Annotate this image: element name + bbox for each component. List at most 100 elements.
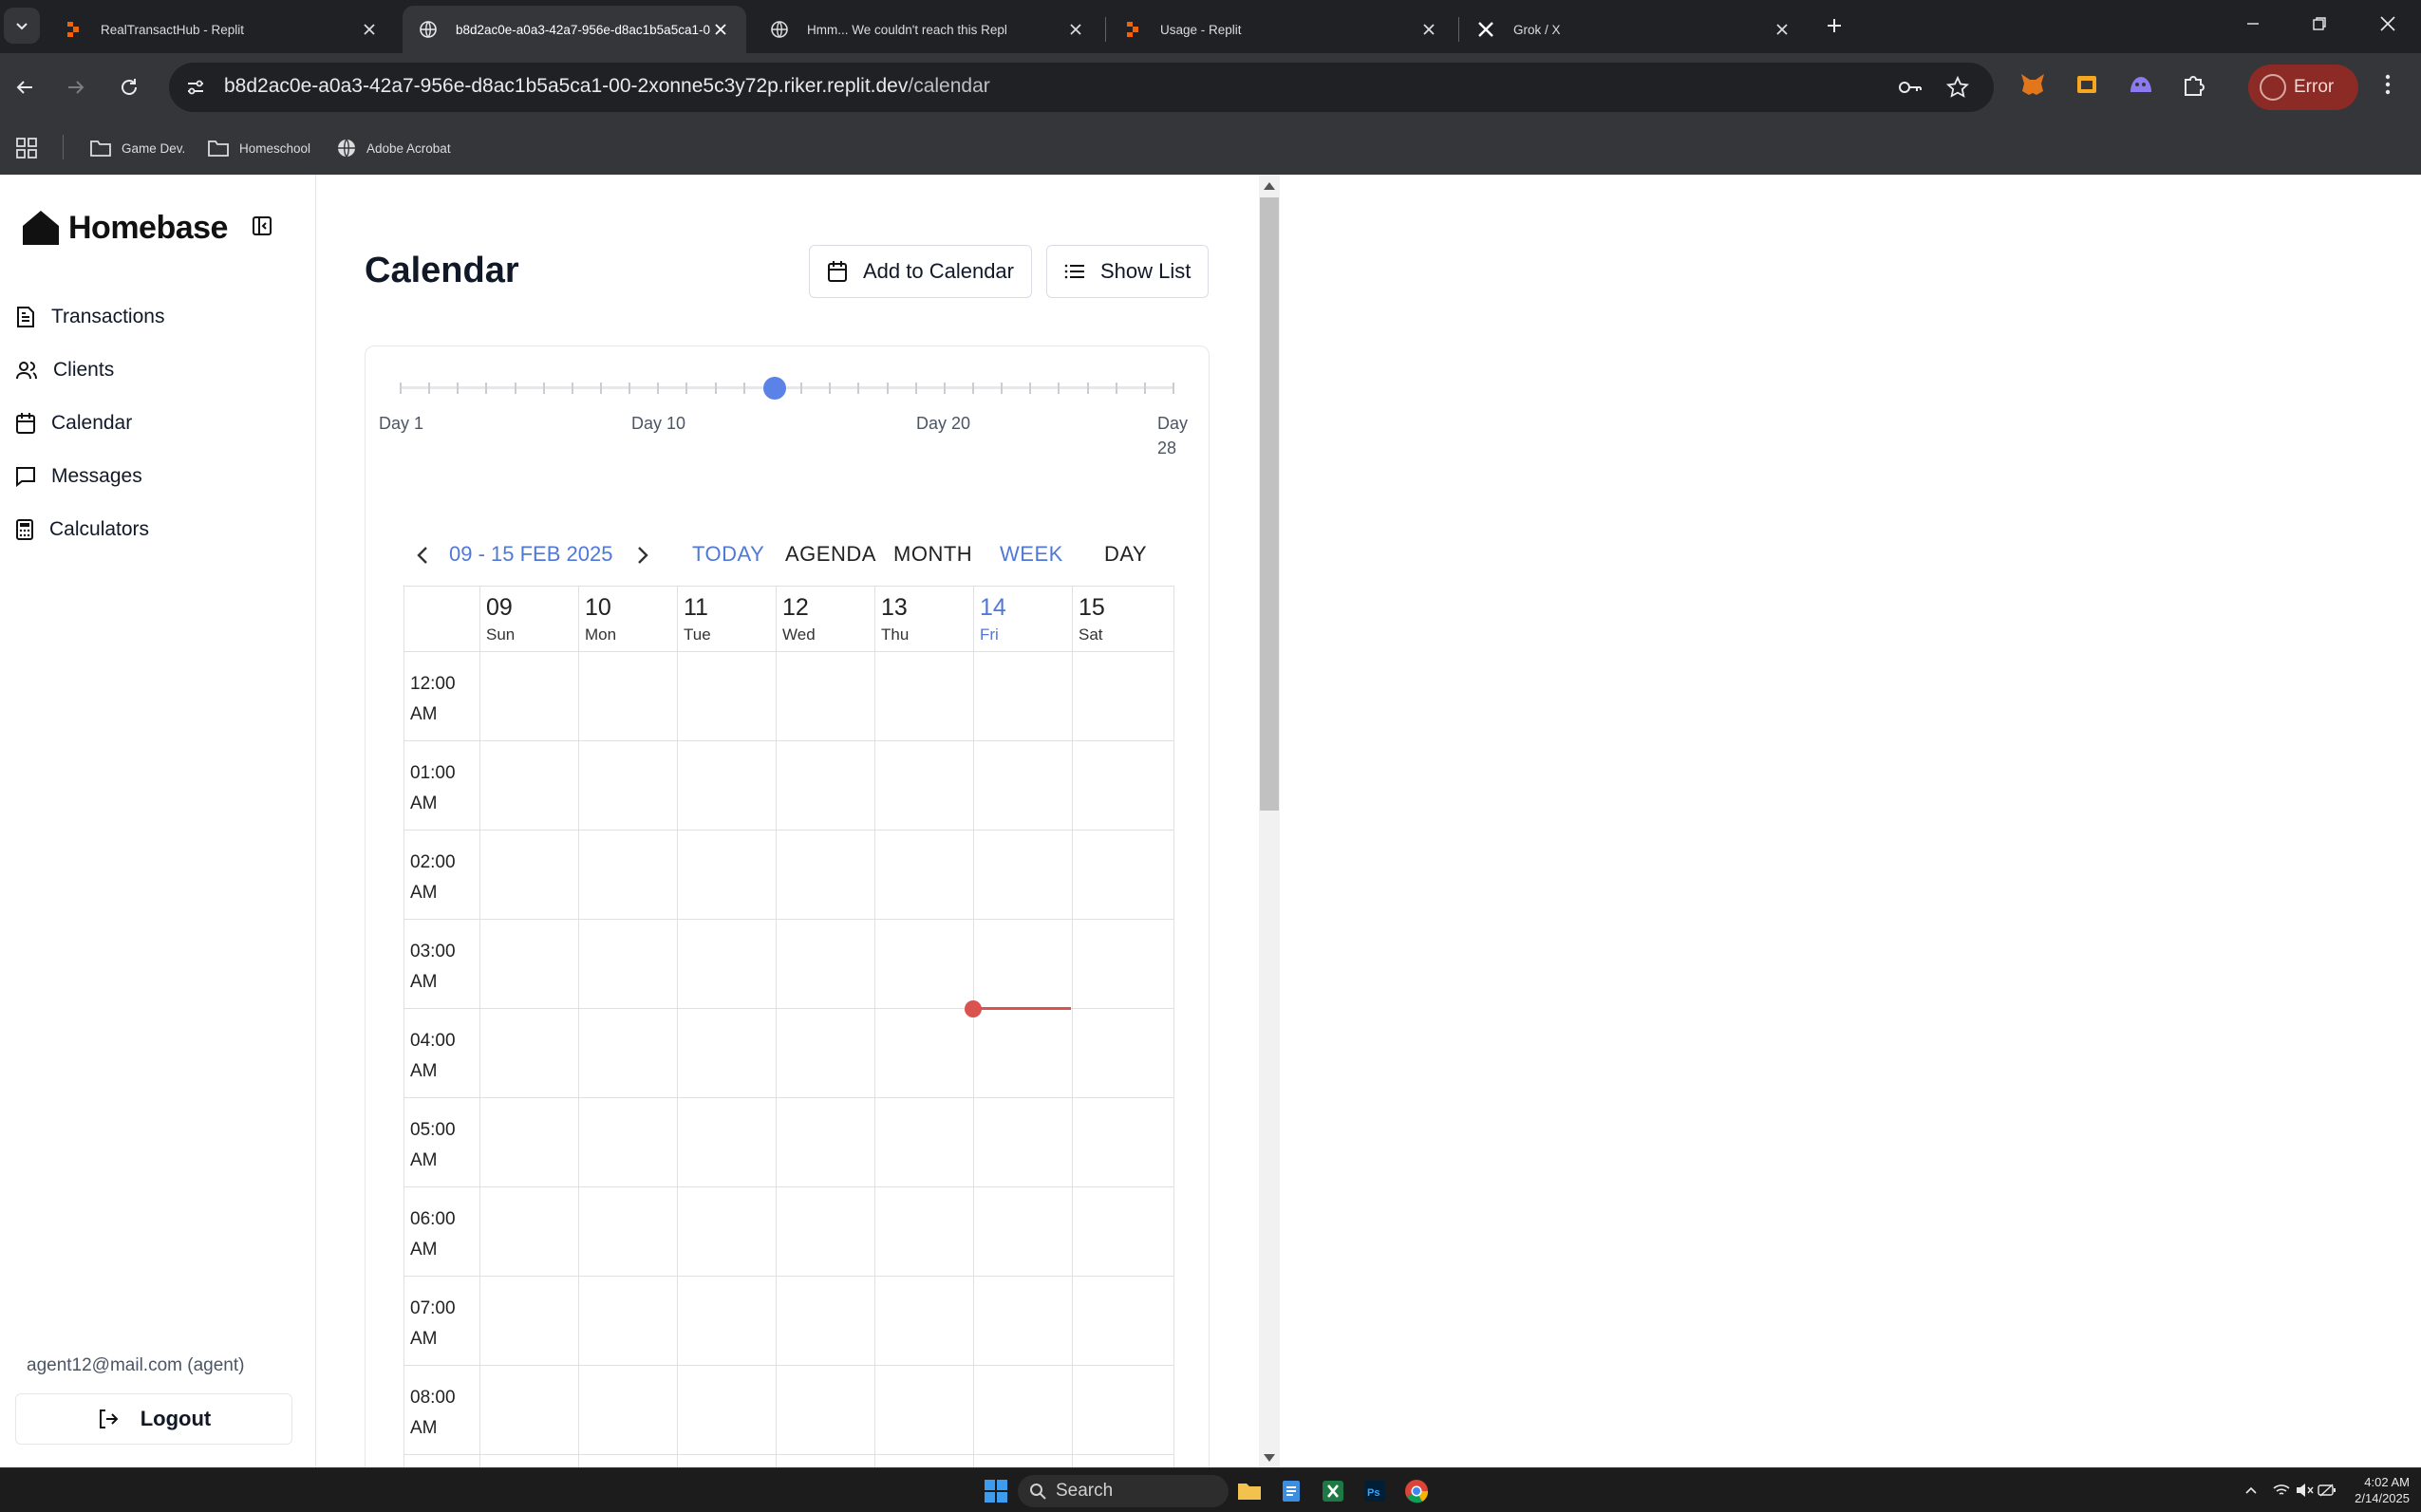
battery-icon[interactable] xyxy=(2317,1480,2337,1501)
close-icon[interactable] xyxy=(1418,19,1439,40)
time-slot[interactable] xyxy=(973,920,1072,1008)
time-slot[interactable] xyxy=(479,1277,578,1365)
time-slot[interactable] xyxy=(677,1455,776,1467)
page-scrollbar[interactable] xyxy=(1259,175,1280,1467)
view-week-button[interactable]: WEEK xyxy=(1000,542,1063,567)
day-header-mon[interactable]: 10 Mon xyxy=(578,587,677,653)
photoshop-icon[interactable]: Ps xyxy=(1360,1476,1390,1506)
sidebar-item-calculators[interactable]: Calculators xyxy=(15,511,149,549)
time-slot[interactable] xyxy=(479,741,578,830)
close-icon[interactable] xyxy=(1065,19,1086,40)
extension-icon[interactable] xyxy=(2073,70,2101,99)
time-slot[interactable] xyxy=(1072,1187,1171,1276)
time-slot[interactable] xyxy=(479,1455,578,1467)
puzzle-icon[interactable] xyxy=(2180,70,2208,99)
new-tab-button[interactable] xyxy=(1818,9,1850,42)
bookmark-game-dev[interactable]: Game Dev. xyxy=(89,135,185,161)
time-slot[interactable] xyxy=(1072,920,1171,1008)
time-slot[interactable] xyxy=(479,1366,578,1454)
time-slot[interactable] xyxy=(578,1009,677,1097)
tab-realtransacthub[interactable]: RealTransactHub - Replit xyxy=(47,6,395,53)
time-slot[interactable] xyxy=(677,831,776,919)
sidebar-item-transactions[interactable]: Transactions xyxy=(15,298,164,336)
day-header-sat[interactable]: 15 Sat xyxy=(1072,587,1171,653)
time-slot[interactable] xyxy=(578,741,677,830)
time-slot[interactable] xyxy=(578,831,677,919)
minimize-button[interactable] xyxy=(2220,0,2286,47)
bookmark-adobe-acrobat[interactable]: Adobe Acrobat xyxy=(336,135,451,161)
time-slot[interactable] xyxy=(874,1366,973,1454)
time-slot[interactable] xyxy=(973,831,1072,919)
time-slot[interactable] xyxy=(479,831,578,919)
taskbar-search[interactable]: Search xyxy=(1018,1475,1229,1507)
sidebar-item-calendar[interactable]: Calendar xyxy=(15,404,132,442)
time-slot[interactable] xyxy=(578,1187,677,1276)
tab-search-button[interactable] xyxy=(4,8,40,44)
time-slot[interactable] xyxy=(973,1009,1072,1097)
scroll-up-arrow[interactable] xyxy=(1264,182,1275,190)
time-slot[interactable] xyxy=(578,652,677,740)
brand-logo[interactable]: Homebase xyxy=(21,209,228,247)
time-slot[interactable] xyxy=(776,831,874,919)
collapse-sidebar-button[interactable] xyxy=(251,215,275,239)
time-slot[interactable] xyxy=(776,652,874,740)
more-menu-icon[interactable] xyxy=(2374,70,2402,99)
restore-button[interactable] xyxy=(2286,0,2353,47)
time-slot[interactable] xyxy=(1072,1277,1171,1365)
day-header-tue[interactable]: 11 Tue xyxy=(677,587,776,653)
sidebar-item-clients[interactable]: Clients xyxy=(15,351,114,389)
site-settings-icon[interactable] xyxy=(182,74,209,101)
time-slot[interactable] xyxy=(973,1098,1072,1186)
time-slot[interactable] xyxy=(776,741,874,830)
time-slot[interactable] xyxy=(578,1277,677,1365)
tab-usage-replit[interactable]: Usage - Replit xyxy=(1107,6,1454,53)
time-slot[interactable] xyxy=(677,1098,776,1186)
time-slot[interactable] xyxy=(776,1187,874,1276)
time-slot[interactable] xyxy=(677,1187,776,1276)
close-icon[interactable] xyxy=(1772,19,1792,40)
time-slot[interactable] xyxy=(874,920,973,1008)
profile-error-button[interactable]: Error xyxy=(2248,65,2358,110)
tab-calendar-app[interactable]: b8d2ac0e-a0a3-42a7-956e-d8ac1b5a5ca1-00-… xyxy=(403,6,746,53)
notepad-icon[interactable] xyxy=(1276,1476,1306,1506)
time-slot[interactable] xyxy=(1072,741,1171,830)
time-slot[interactable] xyxy=(1072,1455,1171,1467)
date-range-label[interactable]: 09 - 15 FEB 2025 xyxy=(449,542,612,567)
metamask-extension-icon[interactable] xyxy=(2018,70,2047,99)
day-slider[interactable] xyxy=(400,377,1174,400)
time-slot[interactable] xyxy=(776,1277,874,1365)
day-header-thu[interactable]: 13 Thu xyxy=(874,587,973,653)
close-icon[interactable] xyxy=(359,19,380,40)
time-slot[interactable] xyxy=(776,1009,874,1097)
time-slot[interactable] xyxy=(1072,652,1171,740)
time-slot[interactable] xyxy=(1072,1098,1171,1186)
time-slot[interactable] xyxy=(874,831,973,919)
time-slot[interactable] xyxy=(677,741,776,830)
time-slot[interactable] xyxy=(677,920,776,1008)
time-slot[interactable] xyxy=(776,920,874,1008)
time-slot[interactable] xyxy=(578,1455,677,1467)
forward-button[interactable] xyxy=(59,70,93,104)
time-slot[interactable] xyxy=(479,1187,578,1276)
time-slot[interactable] xyxy=(677,1277,776,1365)
bookmark-star-icon[interactable] xyxy=(1944,74,1971,101)
time-slot[interactable] xyxy=(776,1366,874,1454)
close-icon[interactable] xyxy=(710,19,731,40)
time-slot[interactable] xyxy=(973,1277,1072,1365)
scrollbar-thumb[interactable] xyxy=(1260,197,1279,811)
time-slot[interactable] xyxy=(874,1187,973,1276)
time-slot[interactable] xyxy=(578,1098,677,1186)
view-agenda-button[interactable]: AGENDA xyxy=(785,542,876,567)
time-slot[interactable] xyxy=(479,652,578,740)
time-slot[interactable] xyxy=(677,652,776,740)
time-slot[interactable] xyxy=(479,1009,578,1097)
time-slot[interactable] xyxy=(677,1009,776,1097)
sidebar-item-messages[interactable]: Messages xyxy=(15,457,142,495)
show-list-button[interactable]: Show List xyxy=(1046,245,1210,298)
time-slot[interactable] xyxy=(973,652,1072,740)
time-slot[interactable] xyxy=(973,1187,1072,1276)
extension-icon[interactable] xyxy=(2127,70,2155,99)
time-slot[interactable] xyxy=(578,1366,677,1454)
excel-icon[interactable] xyxy=(1318,1476,1348,1506)
time-slot[interactable] xyxy=(874,1098,973,1186)
